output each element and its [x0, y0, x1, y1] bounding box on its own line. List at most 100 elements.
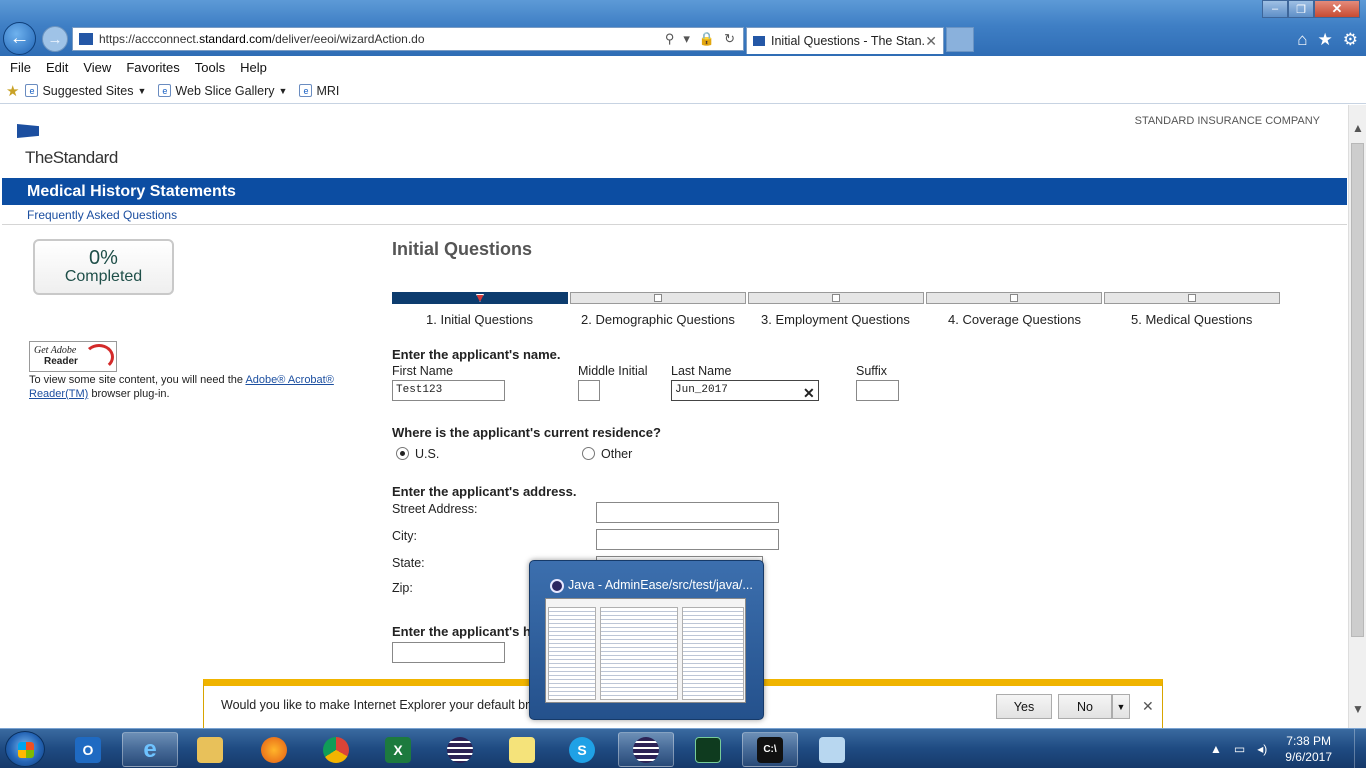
menu-view[interactable]: View — [83, 60, 111, 75]
skype-icon: S — [569, 736, 595, 763]
section-title: Initial Questions — [392, 239, 533, 259]
scroll-down-icon[interactable]: ▼ — [1352, 702, 1364, 716]
gear-icon[interactable]: ⚙ — [1343, 30, 1358, 50]
fav-mri[interactable]: e MRI — [299, 84, 339, 98]
taskbar-app-command-prompt[interactable]: C:\ — [742, 732, 798, 767]
lock-icon[interactable]: 🔒 — [699, 31, 715, 47]
clear-field-icon[interactable]: ✕ — [803, 385, 815, 402]
yes-button[interactable]: Yes — [996, 694, 1052, 719]
notification-text: Would you like to make Internet Explorer… — [221, 698, 546, 712]
step-marker-icon — [1188, 294, 1196, 302]
search-icon[interactable]: ⚲ — [665, 31, 675, 47]
taskbar-app-chrome[interactable] — [308, 732, 364, 767]
favorites-bar: ★ e Suggested Sites ▼ e Web Slice Galler… — [0, 78, 1366, 104]
close-window-button[interactable]: ✕ — [1314, 0, 1360, 18]
middle-initial-field[interactable] — [578, 380, 600, 401]
last-name-field[interactable]: Jun_2017 — [671, 380, 819, 401]
taskbar-app-firefox[interactable] — [246, 732, 302, 767]
forward-button[interactable]: → — [42, 26, 68, 52]
first-name-field[interactable]: Test123 — [392, 380, 505, 401]
close-notification-icon[interactable]: ✕ — [1142, 698, 1154, 715]
step-marker-icon — [832, 294, 840, 302]
partial-field[interactable] — [392, 642, 505, 663]
menu-tools[interactable]: Tools — [195, 60, 225, 75]
tab-initial-questions[interactable]: Initial Questions - The Stan... ✕ — [746, 27, 944, 54]
residence-heading: Where is the applicant's current residen… — [392, 425, 661, 440]
taskbar-app-sticky-notes[interactable] — [494, 732, 550, 767]
step-label-1: 1. Initial Questions — [426, 312, 533, 327]
faq-link[interactable]: Frequently Asked Questions — [27, 208, 177, 222]
vertical-scrollbar[interactable]: ▲ ▼ — [1348, 105, 1366, 728]
start-button[interactable] — [5, 731, 45, 767]
adobe-notice: To view some site content, you will need… — [29, 374, 334, 400]
minimize-button[interactable]: – — [1262, 0, 1288, 18]
favorites-star-icon[interactable]: ★ — [1318, 30, 1333, 50]
residence-us-radio[interactable] — [396, 447, 409, 460]
new-tab-button[interactable] — [946, 27, 974, 52]
subnav: Frequently Asked Questions — [2, 205, 1347, 225]
clock-time: 7:38 PM — [1286, 734, 1331, 748]
first-name-label: First Name — [392, 364, 454, 378]
taskbar-app-notepad[interactable] — [804, 732, 860, 767]
windows-logo-icon — [18, 742, 34, 758]
command-prompt-icon: C:\ — [757, 736, 783, 763]
volume-icon[interactable]: ◂) — [1257, 742, 1267, 756]
fav-suggested-sites[interactable]: e Suggested Sites ▼ — [25, 84, 146, 98]
page-title: Medical History Statements — [27, 183, 236, 200]
taskbar-app-skype[interactable]: S — [554, 732, 610, 767]
get-adobe-reader-badge[interactable]: Get Adobe Reader — [29, 341, 117, 372]
notepad-icon — [819, 736, 845, 763]
residence-other-label: Other — [601, 447, 633, 461]
menu-file[interactable]: File — [10, 60, 31, 75]
dropdown-icon[interactable]: ▾ — [683, 31, 690, 47]
show-hidden-icons-icon[interactable]: ▲ — [1210, 742, 1222, 756]
residence-other-radio[interactable] — [582, 447, 595, 460]
taskbar-app-outlook[interactable]: O — [60, 732, 116, 767]
street-label: Street Address: — [392, 502, 478, 516]
system-tray: ▲ ▭ ◂) 7:38 PM 9/6/2017 — [1210, 729, 1366, 768]
menu-help[interactable]: Help — [240, 60, 267, 75]
notification-dropdown-icon[interactable]: ▼ — [1112, 694, 1130, 719]
taskbar-app-eclipse-active[interactable] — [618, 732, 674, 767]
fav-web-slice-gallery[interactable]: e Web Slice Gallery ▼ — [158, 84, 287, 98]
address-bar[interactable]: https://accconnect.standard.com/deliver/… — [72, 27, 744, 51]
favorites-add-icon[interactable]: ★ — [6, 82, 19, 100]
windows-taskbar: O e X S C:\ ▲ ▭ ◂) 7:38 PM 9/6/2017 — [0, 728, 1366, 768]
thumbnail-title: Java - AdminEase/src/test/java/... — [568, 578, 753, 592]
no-button[interactable]: No — [1058, 694, 1112, 719]
step-bar-2 — [570, 292, 746, 304]
taskbar-app-file-explorer[interactable] — [182, 732, 238, 767]
middle-initial-label: Middle Initial — [578, 364, 648, 378]
step-bar-5 — [1104, 292, 1280, 304]
city-field[interactable] — [596, 529, 779, 550]
scroll-thumb[interactable] — [1351, 143, 1364, 637]
network-icon[interactable]: ▭ — [1234, 742, 1245, 756]
suffix-field[interactable] — [856, 380, 899, 401]
progress-label: Completed — [64, 268, 143, 285]
browser-toolbar-icons: ⌂ ★ ⚙ — [1297, 30, 1358, 50]
taskbar-app-eclipse[interactable] — [432, 732, 488, 767]
ie-page-icon: e — [158, 84, 172, 97]
menu-edit[interactable]: Edit — [46, 60, 68, 75]
home-icon[interactable]: ⌂ — [1297, 30, 1307, 50]
progress-percent: 0% — [89, 247, 118, 269]
preview-pane — [600, 607, 678, 700]
back-button[interactable]: ← — [3, 22, 36, 55]
scroll-up-icon[interactable]: ▲ — [1352, 121, 1364, 135]
show-desktop-button[interactable] — [1354, 729, 1366, 768]
street-field[interactable] — [596, 502, 779, 523]
logo-text[interactable]: TheStandard — [25, 148, 118, 168]
clock[interactable]: 7:38 PM 9/6/2017 — [1285, 733, 1332, 765]
menu-favorites[interactable]: Favorites — [126, 60, 179, 75]
step-bar-4 — [926, 292, 1102, 304]
excel-icon: X — [385, 736, 411, 763]
window-controls: – ❐ ✕ — [1262, 0, 1360, 18]
restore-button[interactable]: ❐ — [1288, 0, 1314, 18]
refresh-icon[interactable]: ↻ — [724, 31, 735, 47]
address-url[interactable]: https://accconnect.standard.com/deliver/… — [99, 32, 665, 46]
taskbar-app-excel[interactable]: X — [370, 732, 426, 767]
taskbar-app-internet-explorer[interactable]: e — [122, 732, 178, 767]
taskbar-app-task-manager[interactable] — [680, 732, 736, 767]
close-tab-icon[interactable]: ✕ — [925, 33, 937, 50]
taskbar-thumbnail-preview[interactable]: Java - AdminEase/src/test/java/... — [529, 560, 764, 720]
